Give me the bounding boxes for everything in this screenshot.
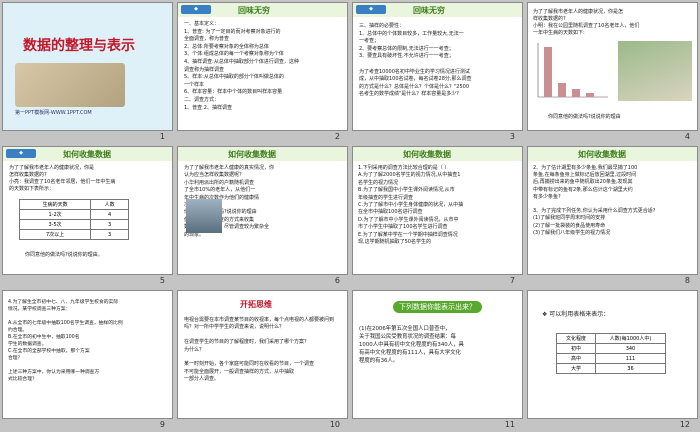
slide-body: ❖ 可以利用表格来表示： [542, 311, 610, 318]
table-cell: 高中 [556, 353, 596, 364]
table-cell: 1-2次 [18, 209, 92, 220]
education-table: 文化程度 人数(每1000人中) 初中 340 高中 111 大学 36 [556, 333, 667, 374]
slide-thumb-5[interactable]: ◆ 如何收集数据 为了了解我市老年人的健康状况，你是 怎样收集数据的? 小亮：我… [0, 144, 175, 288]
slide-footer: 你同意他的做法吗?说说你的理由 [548, 114, 621, 120]
slide-body: 三、抽样的必要性： 1、总体中的个体数目较多，工作量较大,无法一 一考查； 2、… [359, 23, 472, 98]
slide-thumb-12[interactable]: ❖ 可以利用表格来表示： 文化程度 人数(每1000人中) 初中 340 高中 111… [525, 288, 700, 432]
elderly-photo [618, 41, 692, 101]
slide-body: (1)在2006年第五次全国人口普查中， 关于我国公民受教育状况的调查结果：每 … [359, 326, 464, 364]
slide-number: 11 [504, 420, 515, 429]
slide-11[interactable]: 下列数据你能表示出来？ (1)在2006年第五次全国人口普查中， 关于我国公民受… [352, 290, 523, 419]
slide-thumb-7[interactable]: 如何收集数据 1.下列采用的调查方法比较合理的是（ ） A.为了了解2000名学… [350, 144, 525, 288]
question-tag: 下列数据你能表示出来？ [393, 301, 482, 313]
slide-body: 为了了解我市老年人的健康状况，你是怎 样收集数据的? 小明：我在公园里随机调查了… [533, 9, 640, 36]
slide-grid: 数据的整理与表示 第一PPT模板网-WWW.1PPT.COM 1 ◆ 回味无穷 … [0, 0, 700, 432]
table-cell: 3 [90, 229, 129, 240]
slide-12[interactable]: ❖ 可以利用表格来表示： 文化程度 人数(每1000人中) 初中 340 高中 111… [527, 290, 698, 419]
office-photo [186, 199, 222, 233]
cover-footer: 第一PPT模板网-WWW.1PPT.COM [15, 110, 92, 116]
slide-number: 8 [684, 276, 690, 285]
slide-1[interactable]: 数据的整理与表示 第一PPT模板网-WWW.1PPT.COM [2, 2, 173, 131]
table-cell: 3 [90, 219, 129, 230]
slide-header: 开拓思维 [240, 300, 272, 309]
slide-thumb-10[interactable]: 开拓思维 电视台需要在本市调查某节目的收视率，每个点电视的人都要被问到 吗？对一… [175, 288, 350, 432]
slide-8[interactable]: 如何收集数据 2、为了估计湖里有多少条鱼,我们最早捕了100 条鱼,在每条鱼身上… [527, 146, 698, 275]
slide-4[interactable]: 为了了解我市老年人的健康状况，你是怎 样收集数据的? 小明：我在公园里随机调查了… [527, 2, 698, 131]
slide-number: 5 [159, 276, 165, 285]
slide-number: 9 [159, 420, 165, 429]
slide-thumb-3[interactable]: ◆ 回味无穷 三、抽样的必要性： 1、总体中的个体数目较多，工作量较大,无法一 … [350, 0, 525, 144]
slide-header: 如何收集数据 [63, 150, 111, 159]
slide-number: 6 [334, 276, 340, 285]
bar-chart-image [537, 43, 608, 98]
slide-header: 如何收集数据 [228, 150, 276, 159]
slide-body: 为了了解我市老年人的健康状况，你是 怎样收集数据的? 小亮：我调查了10名老年邻… [9, 165, 116, 192]
slide-2[interactable]: ◆ 回味无穷 一、基本定义： 1、普查: 为了一定目的而对考察对象进行的 全面调… [177, 2, 348, 131]
table-cell: 111 [594, 353, 667, 364]
cover-title: 数据的整理与表示 [23, 38, 135, 54]
slide-body: 2、为了估计湖里有多少条鱼,我们最早捕了100 条鱼,在每条鱼身上做标记后放回湖… [533, 165, 656, 236]
slide-thumb-11[interactable]: 下列数据你能表示出来？ (1)在2006年第五次全国人口普查中， 关于我国公民受… [350, 288, 525, 432]
slide-number: 10 [329, 420, 340, 429]
slide-thumb-9[interactable]: 4.为了解生全市初中七、八、九年级学生校食的实际 情况，某学校调查三种方案： A… [0, 288, 175, 432]
cover-photo [15, 63, 125, 107]
table-cell: 人数(每1000人中) [594, 333, 667, 344]
table-cell: 7次以上 [18, 229, 92, 240]
slide-thumb-8[interactable]: 如何收集数据 2、为了估计湖里有多少条鱼,我们最早捕了100 条鱼,在每条鱼身上… [525, 144, 700, 288]
slide-6[interactable]: 如何收集数据 为了了解我市老年人健康的真实情况，你 认为应当怎样收集数据呢？ 小… [177, 146, 348, 275]
slide-3[interactable]: ◆ 回味无穷 三、抽样的必要性： 1、总体中的个体数目较多，工作量较大,无法一 … [352, 2, 523, 131]
slide-body: 4.为了解生全市初中七、八、九年级学生校食的实际 情况，某学校调查三种方案： A… [8, 300, 123, 382]
slide-body: 1.下列采用的调查方法比较合理的是（ ） A.为了了解2000名学生的视力情况,… [358, 165, 464, 246]
slide-5[interactable]: ◆ 如何收集数据 为了了解我市老年人的健康状况，你是 怎样收集数据的? 小亮：我… [2, 146, 173, 275]
slide-7[interactable]: 如何收集数据 1.下列采用的调查方法比较合理的是（ ） A.为了了解2000名学… [352, 146, 523, 275]
slide-number: 2 [334, 132, 340, 141]
logo-icon: ◆ [356, 5, 386, 14]
table-cell: 3-5次 [18, 219, 92, 230]
slide-thumb-4[interactable]: 为了了解我市老年人的健康状况，你是怎 样收集数据的? 小明：我在公园里随机调查了… [525, 0, 700, 144]
slide-body: 电视台需要在本市调查某节目的收视率，每个点电视的人都要被问到 吗？对一所中学学生… [184, 317, 335, 383]
slide-body: 一、基本定义： 1、普查: 为了一定目的而对考察对象进行的 全面调查，称为普查 … [184, 21, 299, 111]
slide-number: 3 [509, 132, 515, 141]
slide-header: 如何收集数据 [578, 150, 626, 159]
logo-icon: ◆ [181, 5, 211, 14]
logo-icon: ◆ [6, 149, 36, 158]
slide-number: 1 [159, 132, 165, 141]
slide-thumb-1[interactable]: 数据的整理与表示 第一PPT模板网-WWW.1PPT.COM 1 [0, 0, 175, 144]
slide-thumb-6[interactable]: 如何收集数据 为了了解我市老年人健康的真实情况，你 认为应当怎样收集数据呢？ 小… [175, 144, 350, 288]
slide-thumb-2[interactable]: ◆ 回味无穷 一、基本定义： 1、普查: 为了一定目的而对考察对象进行的 全面调… [175, 0, 350, 144]
table-cell: 人数 [90, 199, 129, 210]
slide-number: 7 [509, 276, 515, 285]
slide-footer: 你同意他的做法吗?说说你的理由。 [25, 252, 103, 258]
table-cell: 340 [594, 343, 667, 354]
slide-9[interactable]: 4.为了解生全市初中七、八、九年级学生校食的实际 情况，某学校调查三种方案： A… [2, 290, 173, 419]
table-cell: 文化程度 [556, 333, 596, 344]
table-cell: 初中 [556, 343, 596, 354]
slide-number: 12 [679, 420, 690, 429]
slide-10[interactable]: 开拓思维 电视台需要在本市调查某节目的收视率，每个点电视的人都要被问到 吗？对一… [177, 290, 348, 419]
table-cell: 4 [90, 209, 129, 220]
slide-header: 如何收集数据 [403, 150, 451, 159]
slide-header: 回味无穷 [238, 6, 270, 15]
table-cell: 生病的天数 [18, 199, 92, 210]
slide-header: 回味无穷 [413, 6, 445, 15]
table-cell: 大学 [556, 363, 596, 374]
slide-number: 4 [684, 132, 690, 141]
sick-days-table: 生病的天数 人数 1-2次 4 3-5次 3 7次以上 3 [18, 199, 129, 240]
table-cell: 36 [594, 363, 667, 374]
